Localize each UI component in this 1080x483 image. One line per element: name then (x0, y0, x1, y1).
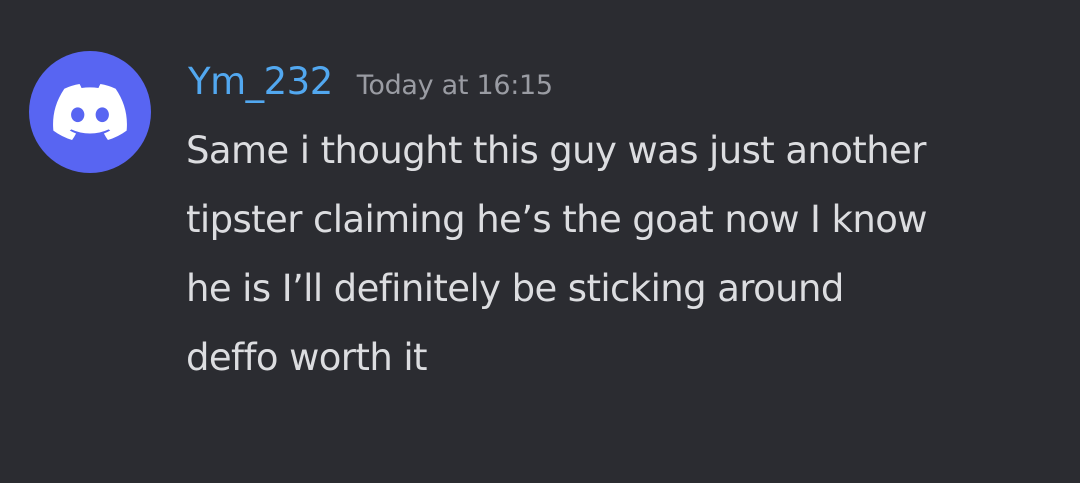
discord-logo-icon (53, 84, 127, 140)
message-content: Same i thought this guy was just another… (186, 116, 1066, 392)
message-text-line: deffo worth it (186, 336, 428, 379)
avatar[interactable] (29, 51, 151, 173)
chat-message: Ym_232 Today at 16:15 Same i thought thi… (0, 0, 1080, 483)
author-username[interactable]: Ym_232 (188, 60, 333, 103)
message-timestamp: Today at 16:15 (356, 70, 553, 101)
message-text-line: tipster claiming he’s the goat now I kno… (186, 198, 928, 241)
message-header: Ym_232 Today at 16:15 (188, 60, 553, 103)
message-text-line: Same i thought this guy was just another (186, 129, 926, 172)
message-text-line: he is I’ll definitely be sticking around (186, 267, 844, 310)
